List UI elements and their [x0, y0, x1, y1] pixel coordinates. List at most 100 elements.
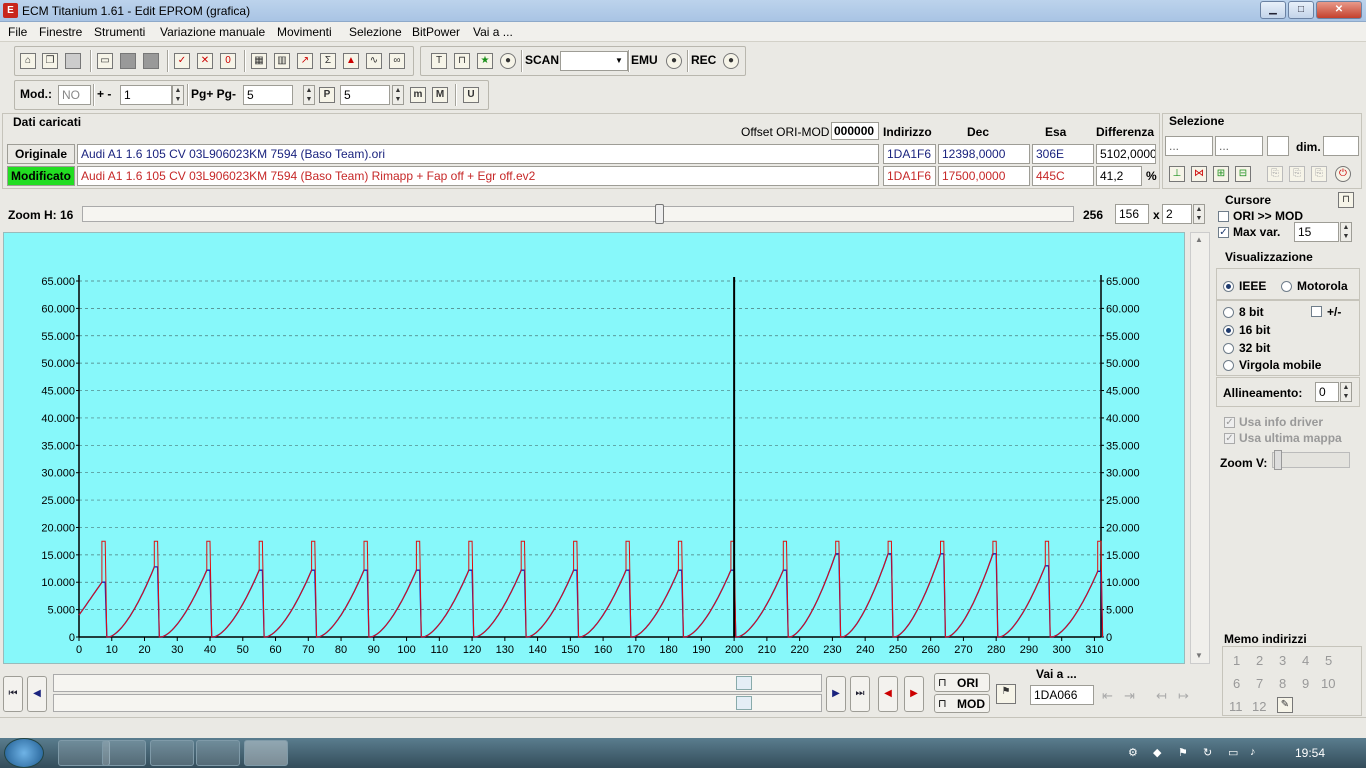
- dim-field[interactable]: [1323, 136, 1359, 156]
- chart-svg[interactable]: 0 05.000 5.00010.000 10.00015.000 15.00020.0…: [4, 233, 1186, 665]
- alignment-spinner[interactable]: ▲ ▼: [1340, 382, 1352, 402]
- alignment-field[interactable]: 0: [1315, 382, 1339, 402]
- sync-tray-icon[interactable]: ↻: [1203, 746, 1217, 760]
- ori-mod-checkbox[interactable]: [1218, 211, 1229, 222]
- original-hex-field[interactable]: 306E: [1032, 144, 1094, 164]
- float-radio[interactable]: [1223, 360, 1234, 371]
- reset-selection-icon[interactable]: ⏻: [1335, 166, 1351, 182]
- menu-file[interactable]: File: [8, 25, 27, 39]
- maximize-button[interactable]: □: [1288, 1, 1314, 19]
- open-folder-icon[interactable]: ▭: [97, 53, 113, 69]
- menu-vai-a[interactable]: Vai a ...: [473, 25, 513, 39]
- signed-checkbox[interactable]: [1311, 306, 1322, 317]
- next-diff-button[interactable]: ▶: [904, 676, 924, 712]
- network-tray-icon[interactable]: ⚙: [1128, 746, 1142, 760]
- app-task-icon[interactable]: [196, 740, 240, 766]
- minimize-button[interactable]: ▁: [1260, 1, 1286, 19]
- zoom-mult-spinner[interactable]: ▲ ▼: [1193, 204, 1205, 224]
- lock-icon[interactable]: ⊓: [454, 53, 470, 69]
- bit16-radio[interactable]: [1223, 325, 1234, 336]
- save-as-icon[interactable]: [143, 53, 159, 69]
- p-field[interactable]: 5: [340, 85, 390, 105]
- original-dec-field[interactable]: 12398,0000: [938, 144, 1030, 164]
- menu-strumenti[interactable]: Strumenti: [94, 25, 145, 39]
- selection-extra-field[interactable]: [1267, 136, 1289, 156]
- menu-movimenti[interactable]: Movimenti: [277, 25, 332, 39]
- sum-icon[interactable]: Σ: [320, 53, 336, 69]
- modified-hex-field[interactable]: 445C: [1032, 166, 1094, 186]
- table-icon[interactable]: ▥: [274, 53, 290, 69]
- modified-diff-field[interactable]: 41,2: [1096, 166, 1142, 186]
- motorola-radio[interactable]: [1281, 281, 1292, 292]
- mod-field[interactable]: NO: [58, 85, 91, 105]
- modified-file-field[interactable]: Audi A1 1.6 105 CV 03L906023KM 7594 (Bas…: [77, 166, 879, 186]
- select-add-icon[interactable]: ⊞: [1213, 166, 1229, 182]
- zoom-v-slider-thumb[interactable]: [1274, 450, 1282, 470]
- ieee-radio[interactable]: [1223, 281, 1234, 292]
- binoculars-icon[interactable]: ∞: [389, 53, 405, 69]
- grid-map-icon[interactable]: ▦: [251, 53, 267, 69]
- memo-slot-12[interactable]: 12: [1252, 699, 1266, 714]
- go-first-button[interactable]: ⏮: [3, 676, 23, 712]
- volume-tray-icon[interactable]: ♪: [1250, 746, 1264, 760]
- go-last-button[interactable]: ⏭: [850, 676, 870, 712]
- memo-slot-8[interactable]: 8: [1279, 676, 1286, 691]
- zoom-h-slider-thumb[interactable]: [655, 204, 664, 224]
- menu-selezione[interactable]: Selezione: [349, 25, 402, 39]
- page-spinner[interactable]: ▲ ▼: [303, 85, 315, 105]
- memo-slot-9[interactable]: 9: [1302, 676, 1309, 691]
- game-task-icon[interactable]: [150, 740, 194, 766]
- memo-slot-1[interactable]: 1: [1233, 653, 1240, 668]
- menu-bitpower[interactable]: BitPower: [412, 25, 460, 39]
- flag-tray-icon[interactable]: ⚑: [1178, 746, 1192, 760]
- menu-variazione-manuale[interactable]: Variazione manuale: [160, 25, 265, 39]
- memo-slot-2[interactable]: 2: [1256, 653, 1263, 668]
- original-addr-field[interactable]: 1DA1F6: [883, 144, 936, 164]
- text-icon[interactable]: T: [431, 53, 447, 69]
- address-scrollbar-top[interactable]: [53, 674, 822, 692]
- media-task-icon[interactable]: [102, 740, 146, 766]
- checksum-icon[interactable]: ✓: [174, 53, 190, 69]
- address-scrollbar-bottom[interactable]: [53, 694, 822, 712]
- max-var-field[interactable]: 15: [1294, 222, 1339, 242]
- p-button[interactable]: P: [319, 87, 335, 103]
- record-dot-icon[interactable]: ●: [500, 53, 516, 69]
- shield-tray-icon[interactable]: ◆: [1153, 746, 1167, 760]
- color-shapes-icon[interactable]: ▲: [343, 53, 359, 69]
- bit8-radio[interactable]: [1223, 307, 1234, 318]
- max-var-spinner[interactable]: ▲ ▼: [1340, 222, 1352, 242]
- save-icon[interactable]: [120, 53, 136, 69]
- zoom-mult-field[interactable]: 2: [1162, 204, 1192, 224]
- modified-dec-field[interactable]: 17500,0000: [938, 166, 1030, 186]
- select-clear-icon[interactable]: ⋈: [1191, 166, 1207, 182]
- display-tray-icon[interactable]: ▭: [1228, 746, 1242, 760]
- scroll-up-icon[interactable]: ▲: [1195, 235, 1203, 244]
- prev-diff-button[interactable]: ◀: [878, 676, 898, 712]
- address-scroll-thumb-top[interactable]: [736, 676, 752, 690]
- modified-addr-field[interactable]: 1DA1F6: [883, 166, 936, 186]
- plusminus-field[interactable]: 1: [120, 85, 172, 105]
- home-icon[interactable]: ⌂: [20, 53, 36, 69]
- zoom-h-slider-track[interactable]: [82, 206, 1074, 222]
- ecm-task-icon[interactable]: [244, 740, 288, 766]
- m-button[interactable]: m: [410, 87, 426, 103]
- graph-edit-icon[interactable]: ↗: [297, 53, 313, 69]
- menu-finestre[interactable]: Finestre: [39, 25, 82, 39]
- zoom-v-slider-track[interactable]: [1272, 452, 1350, 468]
- select-start-icon[interactable]: ⊥: [1169, 166, 1185, 182]
- max-var-checkbox[interactable]: ✓: [1218, 227, 1229, 238]
- p-spinner[interactable]: ▲ ▼: [392, 85, 404, 105]
- chart-area[interactable]: 0 0 5.000 5.000 10.000 10.000 15.000 15.000 20.0…: [3, 232, 1185, 664]
- zero-icon[interactable]: 0: [220, 53, 236, 69]
- compare-icon[interactable]: ✕: [197, 53, 213, 69]
- bit32-radio[interactable]: [1223, 343, 1234, 354]
- page-field[interactable]: 5: [243, 85, 293, 105]
- curve-icon[interactable]: ∿: [366, 53, 382, 69]
- step-back-button[interactable]: ◀: [27, 676, 47, 712]
- scroll-down-icon[interactable]: ▼: [1195, 651, 1203, 660]
- address-scroll-thumb-bottom[interactable]: [736, 696, 752, 710]
- memo-slot-7[interactable]: 7: [1256, 676, 1263, 691]
- rec-dot-icon[interactable]: ●: [723, 53, 739, 69]
- step-forward-button[interactable]: ▶: [826, 676, 846, 712]
- memo-slot-4[interactable]: 4: [1302, 653, 1309, 668]
